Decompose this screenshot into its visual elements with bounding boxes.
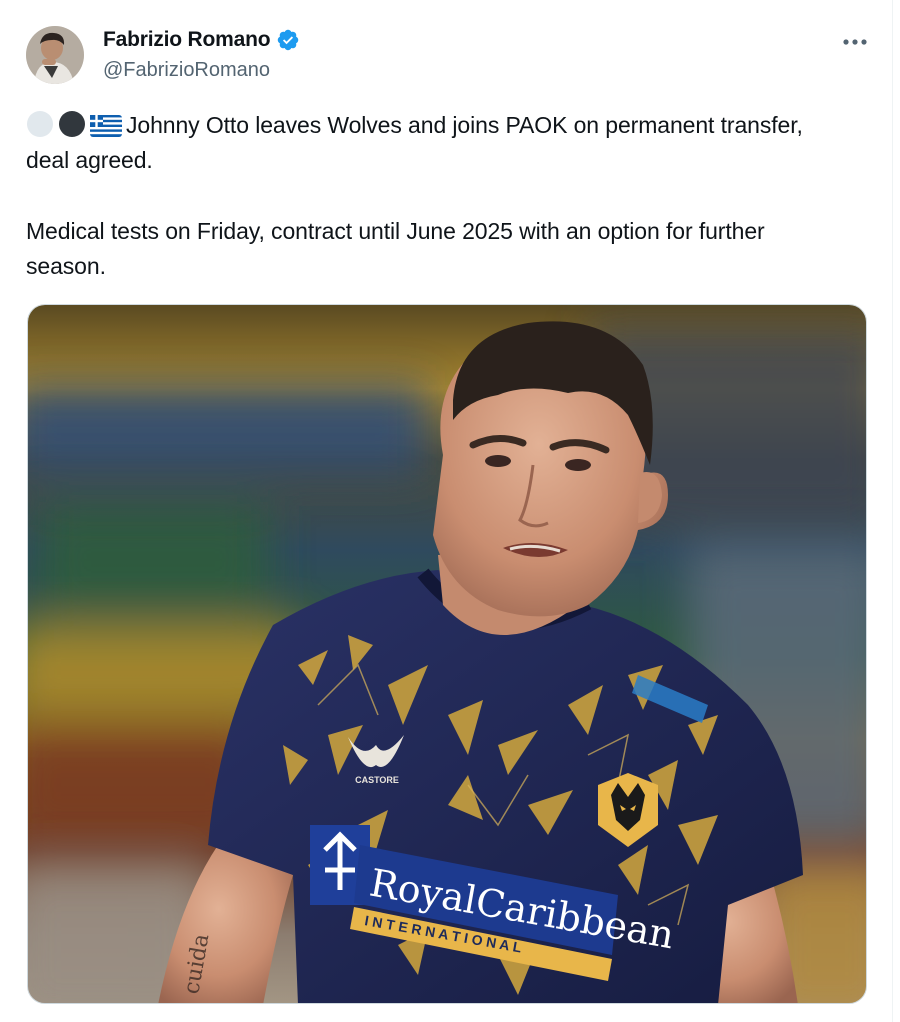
tweet-line-1: Johnny Otto leaves Wolves and joins PAOK… — [26, 112, 803, 173]
tweet-paragraph-2: Medical tests on Friday, contract until … — [26, 218, 765, 279]
tweet-text: Johnny Otto leaves Wolves and joins PAOK… — [26, 108, 846, 284]
author-avatar[interactable] — [26, 26, 84, 84]
greece-flag-emoji — [90, 115, 122, 137]
author-name-row: Fabrizio Romano — [103, 28, 300, 52]
tweet-paragraph-1: Johnny Otto leaves Wolves and joins PAOK… — [26, 108, 846, 178]
more-options-button[interactable] — [838, 30, 872, 54]
player-photo: cuida CASTORE RoyalCaribbean I N T E R N… — [28, 305, 866, 1003]
tweet-card: Fabrizio Romano @FabrizioRomano Johnny O… — [0, 0, 893, 1022]
avatar-image — [26, 26, 84, 84]
verified-badge-icon — [278, 29, 299, 51]
tweet-photo[interactable]: cuida CASTORE RoyalCaribbean I N T E R N… — [27, 304, 867, 1004]
more-horizontal-icon — [843, 39, 867, 45]
author-display-name[interactable]: Fabrizio Romano — [103, 28, 271, 52]
white-circle-emoji — [27, 111, 53, 137]
black-circle-emoji — [59, 111, 85, 137]
author-handle[interactable]: @FabrizioRomano — [103, 59, 270, 82]
shirt-brand-label: CASTORE — [355, 775, 399, 785]
